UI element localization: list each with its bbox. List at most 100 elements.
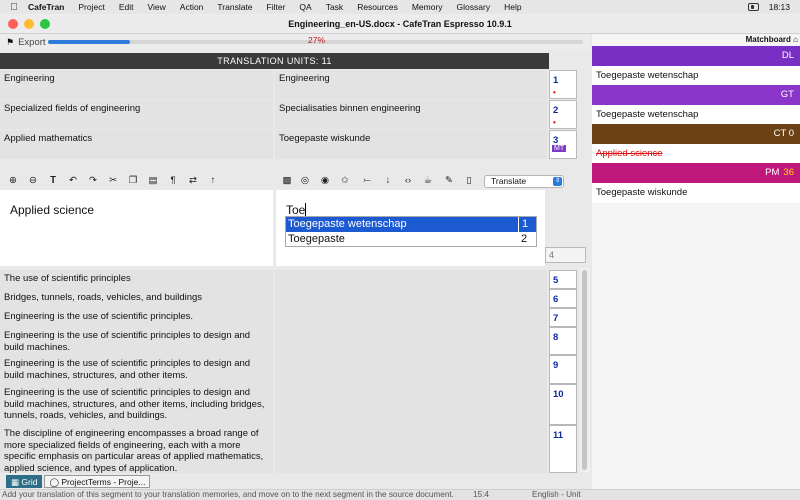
source-cell[interactable]: Applied mathematics	[0, 130, 273, 159]
table-row[interactable]: Engineering is the use of scientific pri…	[0, 308, 580, 327]
arrow-down-icon[interactable]: ↓	[381, 174, 395, 188]
zoom-in-icon[interactable]: ⊕	[6, 174, 20, 188]
menu-memory[interactable]: Memory	[405, 2, 450, 12]
autocomplete-item[interactable]: Toegepaste 2	[286, 232, 536, 247]
tab-project-terms[interactable]: ◯ ProjectTerms - Proje...	[44, 474, 151, 488]
target-cell[interactable]	[275, 425, 547, 473]
table-row[interactable]: Engineering is the use of scientific pri…	[0, 327, 580, 355]
source-cell[interactable]: Engineering is the use of scientific pri…	[0, 355, 273, 384]
tab-grid[interactable]: ▦ Grid	[6, 474, 43, 488]
grid-scrollbar[interactable]	[580, 268, 590, 472]
minimize-window-button[interactable]	[24, 19, 34, 29]
autocomplete-item[interactable]: Toegepaste wetenschap 1	[286, 217, 536, 232]
segment-number[interactable]: 11	[549, 425, 577, 473]
segment-number[interactable]: 9	[549, 355, 577, 384]
zoom-window-button[interactable]	[40, 19, 50, 29]
segment-number[interactable]: 2 •	[549, 100, 577, 129]
match-text[interactable]: Toegepaste wetenschap	[592, 66, 800, 86]
menu-edit[interactable]: Edit	[112, 2, 141, 12]
source-cell[interactable]: Engineering is the use of scientific pri…	[0, 384, 273, 425]
menu-glossary[interactable]: Glossary	[450, 2, 498, 12]
source-cell[interactable]: Engineering is the use of scientific pri…	[0, 308, 273, 327]
table-row[interactable]: The use of scientific principles 5	[0, 270, 580, 289]
target-cell[interactable]	[275, 327, 547, 355]
target-cell[interactable]	[275, 289, 547, 308]
target-cell[interactable]	[275, 355, 547, 384]
branch-icon[interactable]: ⤚	[360, 174, 374, 188]
source-cell[interactable]: The use of scientific principles	[0, 270, 273, 289]
language-indicator[interactable]: English - Unit	[532, 490, 581, 500]
menu-qa[interactable]: QA	[292, 2, 318, 12]
code-icon[interactable]: ‹›	[401, 174, 415, 188]
autocomplete-item-text: Toegepaste	[288, 233, 345, 245]
table-row[interactable]: Engineering is the use of scientific pri…	[0, 355, 580, 384]
menu-task[interactable]: Task	[319, 2, 350, 12]
table-row[interactable]: The discipline of engineering encompasse…	[0, 425, 580, 473]
match-text[interactable]: Toegepaste wiskunde	[592, 183, 800, 203]
clock[interactable]: 18:13	[769, 2, 790, 12]
match-text[interactable]: Applied science	[592, 144, 800, 164]
match-score: 36	[783, 167, 794, 178]
segment-number[interactable]: 1 •	[549, 70, 577, 99]
menu-view[interactable]: View	[141, 2, 173, 12]
status-dot-icon: •	[553, 118, 556, 127]
close-window-button[interactable]	[8, 19, 18, 29]
segment-number[interactable]: 3 MT	[549, 130, 577, 159]
source-cell[interactable]: Engineering	[0, 70, 273, 99]
coffee-icon[interactable]: ☕	[421, 174, 435, 188]
comment-icon[interactable]: ▯	[462, 174, 476, 188]
record-icon[interactable]: ◎	[298, 174, 312, 188]
target-cell[interactable]: Engineering	[275, 70, 547, 99]
table-row[interactable]: Engineering is the use of scientific pri…	[0, 384, 580, 425]
target-cell[interactable]: Toegepaste wiskunde	[275, 130, 547, 159]
segment-number[interactable]: 7	[549, 308, 577, 327]
target-cell[interactable]: Specialisaties binnen engineering	[275, 100, 547, 129]
mode-select[interactable]: Translate ⇕	[484, 175, 564, 188]
menu-filter[interactable]: Filter	[260, 2, 293, 12]
scrollbar-thumb[interactable]	[582, 270, 587, 470]
menu-app[interactable]: CafeTran	[28, 2, 71, 12]
translate-text-icon[interactable]: ⇄	[186, 174, 200, 188]
home-icon[interactable]: ⌂	[793, 35, 798, 44]
zoom-out-icon[interactable]: ⊖	[26, 174, 40, 188]
memory-icon[interactable]: ▩	[280, 174, 294, 188]
table-row[interactable]: Specialized fields of engineering Specia…	[0, 100, 580, 129]
segment-number[interactable]: 10	[549, 384, 577, 425]
menu-resources[interactable]: Resources	[350, 2, 405, 12]
source-cell[interactable]: The discipline of engineering encompasse…	[0, 425, 273, 473]
redo-icon[interactable]: ↷	[86, 174, 100, 188]
copy-icon[interactable]: ❐	[126, 174, 140, 188]
menu-help[interactable]: Help	[497, 2, 528, 12]
target-cell[interactable]	[275, 308, 547, 327]
segment-number[interactable]: 6	[549, 289, 577, 308]
target-cell[interactable]	[275, 270, 547, 289]
clear-format-icon[interactable]: ¶	[166, 174, 180, 188]
table-row[interactable]: Engineering Engineering 1 •	[0, 70, 580, 99]
editor-toolbar: ⊕ ⊖ 𝐓 ↶ ↷ ✂ ❐ ▤ ¶ ⇄ ↑ ▩ ◎ ◉ ✩ ⤚ ↓ ‹› ☕ ✎…	[0, 172, 590, 190]
target-cell[interactable]	[275, 384, 547, 425]
source-cell[interactable]: Engineering is the use of scientific pri…	[0, 327, 273, 355]
table-row[interactable]: Applied mathematics Toegepaste wiskunde …	[0, 130, 580, 159]
source-cell[interactable]: Bridges, tunnels, roads, vehicles, and b…	[0, 289, 273, 308]
menu-bar:  CafeTran Project Edit View Action Tran…	[0, 0, 800, 14]
segment-number[interactable]: 8	[549, 327, 577, 355]
table-row[interactable]: Bridges, tunnels, roads, vehicles, and b…	[0, 289, 580, 308]
segment-number[interactable]: 5	[549, 270, 577, 289]
arrow-up-icon[interactable]: ↑	[206, 174, 220, 188]
menu-project[interactable]: Project	[71, 2, 111, 12]
translation-units-header: TRANSLATION UNITS: 11	[0, 53, 549, 69]
pencil-icon[interactable]: ✎	[442, 174, 456, 188]
menu-action[interactable]: Action	[173, 2, 211, 12]
undo-icon[interactable]: ↶	[66, 174, 80, 188]
cut-icon[interactable]: ✂	[106, 174, 120, 188]
text-size-icon[interactable]: 𝐓	[46, 174, 60, 188]
source-cell[interactable]: Specialized fields of engineering	[0, 100, 273, 129]
control-center-icon[interactable]	[747, 3, 759, 11]
apple-icon[interactable]: 	[0, 2, 28, 13]
person-icon[interactable]: ✩	[338, 174, 352, 188]
match-text[interactable]: Toegepaste wetenschap	[592, 105, 800, 125]
paste-icon[interactable]: ▤	[146, 174, 160, 188]
match-source-label: GT	[592, 85, 800, 105]
menu-translate[interactable]: Translate	[210, 2, 259, 12]
target-icon[interactable]: ◉	[318, 174, 332, 188]
